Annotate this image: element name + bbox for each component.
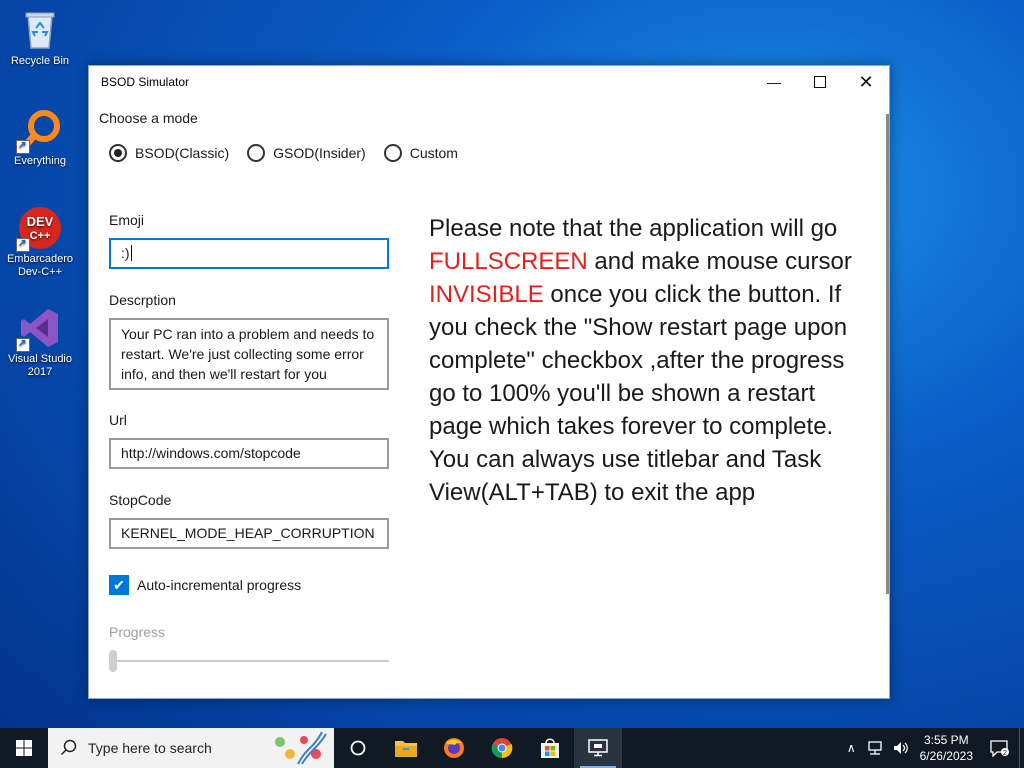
taskbar-search-box[interactable]: Type here to search [48, 728, 334, 768]
radio-unchecked-icon [383, 144, 402, 162]
notice-text: Please note that the application will go [429, 215, 838, 242]
title-bar[interactable]: BSOD Simulator — ✕ [89, 66, 889, 98]
checkmark-icon: ✔ [109, 575, 129, 595]
checkbox-label: Auto-incremental progress [137, 577, 302, 593]
notice-text: and make mouse cursor [587, 248, 852, 275]
shortcut-arrow-icon [16, 237, 30, 252]
radio-checked-icon [109, 144, 127, 162]
progress-label: Progress [109, 624, 166, 640]
visual-studio-icon [16, 306, 62, 352]
taskbar-store[interactable] [526, 728, 574, 768]
network-icon[interactable] [866, 740, 884, 756]
folder-icon [395, 741, 417, 757]
search-placeholder: Type here to search [88, 740, 212, 756]
url-value: http://windows.com/stopcode [121, 445, 301, 461]
emoji-label: Emoji [109, 212, 145, 228]
desktop-icon-label: Everything [14, 155, 66, 167]
system-tray: ∧ 3:55 PM 6/26/2023 2 [841, 728, 1024, 768]
close-icon: ✕ [858, 71, 874, 92]
emoji-value: :) [121, 245, 130, 261]
stopcode-label: StopCode [109, 492, 172, 508]
clock-time: 3:55 PM [923, 733, 969, 747]
minimize-icon: — [767, 74, 781, 90]
url-label: Url [109, 412, 127, 428]
taskbar-file-explorer[interactable] [382, 728, 430, 768]
devcpp-icon: DEV C++ [16, 206, 62, 252]
maximize-button[interactable] [797, 66, 843, 98]
search-icon [60, 739, 77, 756]
description-label: Descrption [109, 292, 176, 308]
desktop-icon-label: Embarcadero Dev-C++ [6, 253, 74, 278]
stopcode-input[interactable]: KERNEL_MODE_HEAP_CORRUPTION [109, 518, 389, 549]
chevron-up-icon[interactable]: ∧ [841, 741, 862, 755]
notifications-icon[interactable]: 2 [989, 739, 1009, 757]
taskbar-clock[interactable]: 3:55 PM 6/26/2023 [920, 732, 973, 764]
chrome-icon [491, 738, 513, 759]
fullscreen-notice: Please note that the application will go… [429, 212, 869, 509]
shortcut-arrow-icon [16, 337, 30, 352]
desktop-icon-recycle-bin[interactable]: Recycle Bin [0, 8, 80, 68]
task-view-button[interactable] [334, 728, 382, 768]
clock-date: 6/26/2023 [919, 749, 973, 763]
stopcode-value: KERNEL_MODE_HEAP_CORRUPTION [121, 525, 375, 541]
svg-text:C++: C++ [30, 230, 51, 242]
desktop-icon-devcpp[interactable]: DEV C++ Embarcadero Dev-C++ [0, 206, 80, 279]
description-value: Your PC ran into a problem and needs to … [121, 326, 375, 382]
url-input[interactable]: http://windows.com/stopcode [109, 438, 389, 469]
description-input[interactable]: Your PC ran into a problem and needs to … [109, 318, 389, 390]
notice-text: once you click the button. If you check … [429, 281, 848, 506]
app-window: BSOD Simulator — ✕ Choose a mode BSOD(Cl… [88, 65, 890, 699]
taskbar-bsod-simulator[interactable] [574, 728, 622, 768]
progress-slider-thumb[interactable] [109, 650, 117, 672]
taskbar-chrome[interactable] [478, 728, 526, 768]
window-title: BSOD Simulator [101, 75, 190, 89]
mode-heading: Choose a mode [99, 110, 198, 126]
radio-label: BSOD(Classic) [135, 145, 230, 161]
radio-label: Custom [409, 145, 458, 161]
windows-logo-icon [16, 740, 32, 756]
emoji-input[interactable]: :) [109, 238, 389, 269]
desktop-icon-label: Recycle Bin [10, 55, 70, 67]
taskbar-firefox[interactable] [430, 728, 478, 768]
radio-custom[interactable]: Custom [383, 144, 458, 162]
svg-text:2: 2 [1003, 750, 1007, 757]
show-desktop-button[interactable] [1019, 728, 1024, 768]
everything-search-icon [16, 108, 62, 154]
desktop-icon-everything[interactable]: Everything [0, 108, 80, 168]
mode-radio-group: BSOD(Classic) GSOD(Insider) Custom [109, 144, 458, 162]
start-button[interactable] [0, 728, 48, 768]
notice-highlight-invisible: INVISIBLE [429, 281, 544, 308]
radio-bsod-classic[interactable]: BSOD(Classic) [109, 144, 229, 162]
desktop-icon-label: Visual Studio 2017 [7, 353, 72, 378]
minimize-button[interactable]: — [751, 66, 797, 98]
radio-unchecked-icon [247, 144, 266, 162]
desktop-icon-visual-studio[interactable]: Visual Studio 2017 [0, 306, 80, 379]
store-icon [541, 738, 559, 758]
maximize-icon [814, 76, 826, 88]
taskbar: Type here to search ∧ 3:55 PM 6/26/2023 … [0, 728, 1024, 768]
volume-icon[interactable] [892, 740, 910, 756]
notice-highlight-fullscreen: FULLSCREEN [429, 248, 588, 275]
radio-gsod-insider[interactable]: GSOD(Insider) [247, 144, 366, 162]
recycle-bin-icon [18, 8, 62, 52]
close-button[interactable]: ✕ [843, 66, 889, 98]
radio-label: GSOD(Insider) [273, 145, 366, 161]
app-window-icon [588, 739, 608, 757]
svg-text:DEV: DEV [27, 214, 54, 229]
auto-progress-checkbox[interactable]: ✔ Auto-incremental progress [109, 575, 301, 595]
firefox-icon [444, 738, 464, 758]
search-highlight-icon [275, 731, 327, 765]
task-view-icon [350, 740, 366, 756]
progress-slider-track [109, 660, 389, 662]
window-scrollbar[interactable] [886, 114, 889, 594]
shortcut-arrow-icon [16, 139, 30, 154]
